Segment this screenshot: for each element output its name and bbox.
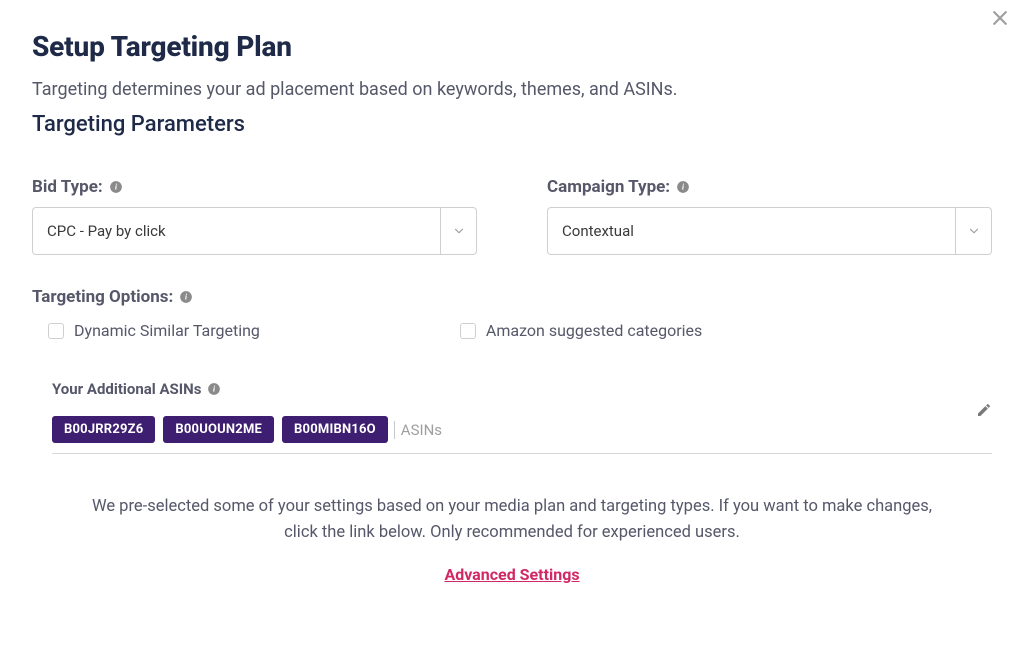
asins-input-row: B00JRR29Z6 B00UOUN2ME B00MIBN16O ASINs xyxy=(52,416,992,454)
page-title: Setup Targeting Plan xyxy=(32,30,992,63)
bid-type-field: Bid Type: i CPC - Pay by click xyxy=(32,177,477,255)
info-icon[interactable]: i xyxy=(109,180,123,194)
form-row: Bid Type: i CPC - Pay by click Campaign … xyxy=(32,177,992,255)
bid-type-label-text: Bid Type: xyxy=(32,177,103,197)
asins-label: Your Additional ASINs i xyxy=(52,380,992,398)
targeting-options-label: Targeting Options: i xyxy=(32,287,992,307)
campaign-type-label: Campaign Type: i xyxy=(547,177,992,197)
campaign-type-value: Contextual xyxy=(548,222,955,240)
asins-placeholder: ASINs xyxy=(394,421,442,439)
chevron-down-icon xyxy=(955,208,991,254)
checkbox[interactable] xyxy=(48,323,64,339)
section-heading: Targeting Parameters xyxy=(32,112,992,137)
info-icon[interactable]: i xyxy=(179,290,193,304)
footer-block: We pre-selected some of your settings ba… xyxy=(32,494,992,584)
asins-input[interactable]: B00JRR29Z6 B00UOUN2ME B00MIBN16O ASINs xyxy=(52,416,992,454)
chevron-down-icon xyxy=(440,208,476,254)
dynamic-similar-label: Dynamic Similar Targeting xyxy=(74,321,260,340)
preselected-text: We pre-selected some of your settings ba… xyxy=(82,494,942,545)
info-icon[interactable]: i xyxy=(676,180,690,194)
close-icon xyxy=(990,13,1010,32)
targeting-options-label-text: Targeting Options: xyxy=(32,287,173,307)
bid-type-label: Bid Type: i xyxy=(32,177,477,197)
info-icon[interactable]: i xyxy=(207,382,221,396)
asin-chip[interactable]: B00JRR29Z6 xyxy=(52,416,155,443)
amazon-suggested-option[interactable]: Amazon suggested categories xyxy=(460,321,702,340)
asin-chip[interactable]: B00UOUN2ME xyxy=(163,416,274,443)
campaign-type-select[interactable]: Contextual xyxy=(547,207,992,255)
edit-button[interactable] xyxy=(976,402,992,418)
asins-section: Your Additional ASINs i B00JRR29Z6 B00UO… xyxy=(32,380,992,454)
page-description: Targeting determines your ad placement b… xyxy=(32,77,992,102)
pencil-icon xyxy=(976,403,992,422)
checkbox[interactable] xyxy=(460,323,476,339)
targeting-options-row: Dynamic Similar Targeting Amazon suggest… xyxy=(32,321,992,340)
bid-type-select[interactable]: CPC - Pay by click xyxy=(32,207,477,255)
amazon-suggested-label: Amazon suggested categories xyxy=(486,321,702,340)
campaign-type-field: Campaign Type: i Contextual xyxy=(547,177,992,255)
asins-label-text: Your Additional ASINs xyxy=(52,380,201,398)
dynamic-similar-option[interactable]: Dynamic Similar Targeting xyxy=(48,321,260,340)
campaign-type-label-text: Campaign Type: xyxy=(547,177,670,197)
close-button[interactable] xyxy=(990,8,1010,28)
asin-chip[interactable]: B00MIBN16O xyxy=(282,416,388,443)
advanced-settings-link[interactable]: Advanced Settings xyxy=(444,565,579,584)
bid-type-value: CPC - Pay by click xyxy=(33,222,440,240)
setup-targeting-modal: Setup Targeting Plan Targeting determine… xyxy=(0,0,1024,614)
